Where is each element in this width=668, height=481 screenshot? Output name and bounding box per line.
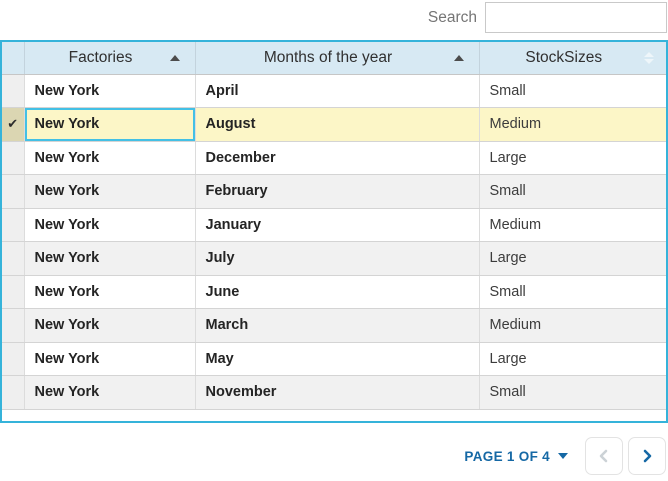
table-row: New York June Small (2, 275, 666, 309)
cell-size[interactable]: Large (479, 241, 666, 276)
page-selector-dropdown[interactable]: PAGE 1 OF 4 (464, 437, 568, 475)
row-select-indicator[interactable]: ✔ (2, 107, 25, 142)
cell-factory[interactable]: New York (24, 308, 196, 343)
page-status-text: PAGE 1 OF 4 (464, 448, 550, 464)
row-select-indicator[interactable] (2, 375, 25, 410)
cell-month[interactable]: January (195, 208, 480, 242)
check-icon: ✔ (7, 116, 19, 132)
cell-factory[interactable]: New York (24, 241, 196, 276)
table-row: New York May Large (2, 342, 666, 376)
row-select-indicator[interactable] (2, 74, 25, 108)
row-select-indicator[interactable] (2, 342, 25, 376)
cell-size[interactable]: Medium (479, 107, 666, 142)
cell-month[interactable]: December (195, 141, 480, 175)
cell-factory[interactable]: New York (24, 174, 196, 209)
cell-month[interactable]: April (195, 74, 480, 108)
column-header-label: StockSizes (525, 48, 603, 66)
column-header-months-of-the-year[interactable]: Months of the year (195, 42, 480, 75)
cell-month[interactable]: February (195, 174, 480, 209)
cell-factory[interactable]: New York (24, 275, 196, 309)
table-row: New York November Small (2, 375, 666, 410)
cell-factory[interactable]: New York (24, 342, 196, 376)
cell-month[interactable]: July (195, 241, 480, 276)
row-select-indicator[interactable] (2, 208, 25, 242)
table-row: New York July Large (2, 241, 666, 276)
chevron-right-icon (643, 449, 652, 463)
cell-size[interactable]: Small (479, 174, 666, 209)
caret-down-icon (558, 453, 568, 459)
grid-table: Factories Months of the year StockSizes Ne… (2, 42, 666, 410)
row-select-indicator[interactable] (2, 275, 25, 309)
row-select-indicator[interactable] (2, 241, 25, 276)
cell-factory[interactable]: New York (24, 74, 196, 108)
grid-body: New York April Small ✔ New York August Medium N… (2, 74, 666, 410)
table-row: New York February Small (2, 174, 666, 209)
cell-size[interactable]: Medium (479, 208, 666, 242)
cell-month[interactable]: November (195, 375, 480, 410)
grid-widget: Search Factories Months of the year StockS… (0, 0, 668, 481)
sort-asc-icon (453, 54, 464, 61)
cell-month[interactable]: August (195, 107, 480, 142)
column-header-stocksizes[interactable]: StockSizes (479, 42, 666, 75)
row-select-indicator[interactable] (2, 141, 25, 175)
table-row: New York March Medium (2, 308, 666, 343)
row-select-indicator[interactable] (2, 174, 25, 209)
table-row: New York January Medium (2, 208, 666, 242)
search-input[interactable] (485, 2, 667, 33)
table-row: New York April Small (2, 74, 666, 108)
column-header-factories[interactable]: Factories (24, 42, 196, 75)
row-indicator-column-header (2, 42, 25, 75)
cell-month[interactable]: March (195, 308, 480, 343)
cell-factory[interactable]: New York (24, 375, 196, 410)
column-header-label: Months of the year (263, 48, 393, 66)
data-grid: Factories Months of the year StockSizes Ne… (0, 40, 668, 423)
cell-size[interactable]: Small (479, 375, 666, 410)
cell-factory[interactable]: New York (24, 208, 196, 242)
cell-size[interactable]: Small (479, 275, 666, 309)
pager: PAGE 1 OF 4 (0, 423, 668, 481)
cell-factory[interactable]: New York (24, 107, 196, 142)
chevron-left-icon (599, 449, 608, 463)
sort-unsorted-icon (644, 51, 654, 64)
column-header-label: Factories (68, 48, 133, 66)
cell-factory[interactable]: New York (24, 141, 196, 175)
cell-month[interactable]: June (195, 275, 480, 309)
grid-header: Factories Months of the year StockSizes (2, 42, 666, 75)
cell-size[interactable]: Medium (479, 308, 666, 343)
cell-size[interactable]: Large (479, 342, 666, 376)
cell-month[interactable]: May (195, 342, 480, 376)
table-row: ✔ New York August Medium (2, 107, 666, 142)
search-label: Search (427, 9, 477, 26)
cell-size[interactable]: Large (479, 141, 666, 175)
search-bar: Search (0, 0, 668, 40)
table-row: New York December Large (2, 141, 666, 175)
cell-size[interactable]: Small (479, 74, 666, 108)
sort-asc-icon (169, 54, 180, 61)
prev-page-button[interactable] (585, 437, 623, 475)
next-page-button[interactable] (628, 437, 666, 475)
row-select-indicator[interactable] (2, 308, 25, 343)
